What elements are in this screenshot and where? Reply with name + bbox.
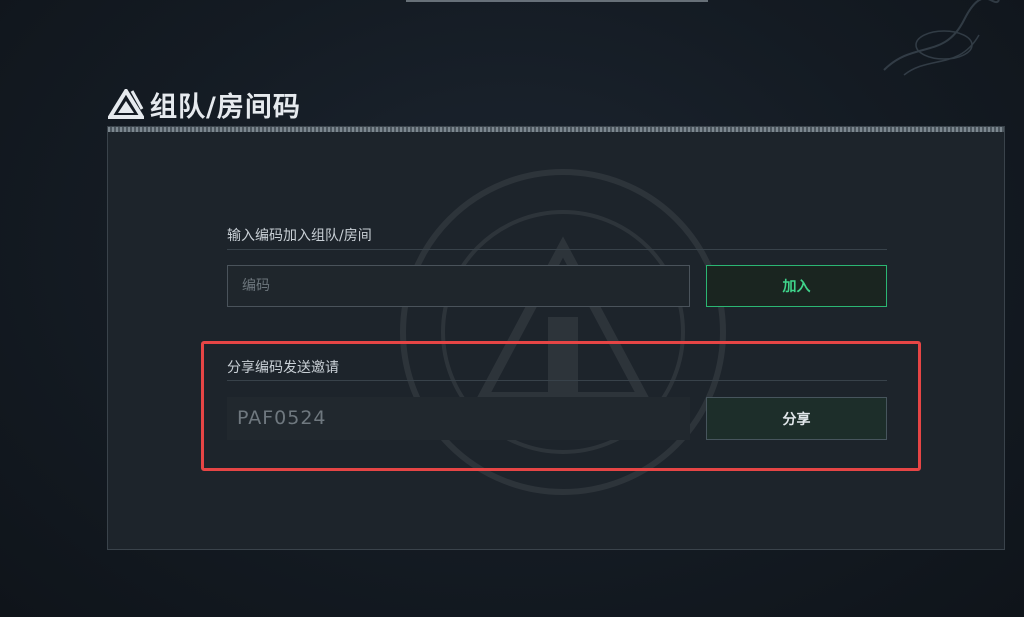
- join-section-divider: [227, 249, 887, 250]
- panel-top-bar: [108, 127, 1004, 132]
- share-code-display: PAF0524: [227, 397, 690, 440]
- background-ornament: [883, 0, 1000, 76]
- share-section-divider: [227, 380, 887, 381]
- team-room-panel: 输入编码加入组队/房间 加入 分享编码发送邀请 PAF0524 分享: [107, 126, 1005, 550]
- page-title: 组队/房间码: [150, 91, 301, 123]
- share-section-label: 分享编码发送邀请: [227, 360, 339, 376]
- join-button[interactable]: 加入: [706, 265, 887, 307]
- page-header: 组队/房间码: [108, 84, 301, 124]
- share-button[interactable]: 分享: [706, 397, 887, 440]
- triangle-logo-icon: [108, 89, 144, 119]
- top-edge-strip: [406, 0, 708, 2]
- join-section-label: 输入编码加入组队/房间: [227, 228, 372, 244]
- emblem-watermark: [400, 169, 726, 495]
- room-code-input[interactable]: [227, 265, 690, 307]
